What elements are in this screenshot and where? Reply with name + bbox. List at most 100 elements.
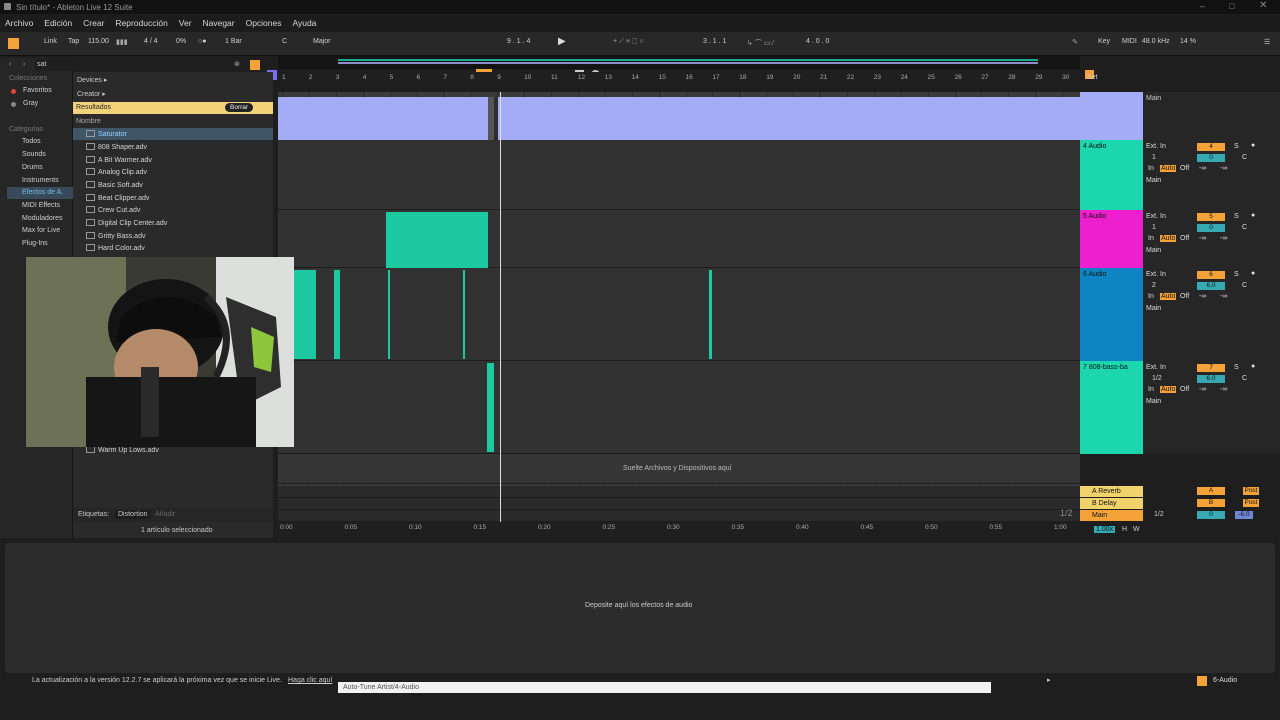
result-item[interactable]: Saturator [86,130,127,138]
track-name-7[interactable]: 7 808-bass-ba [1083,364,1128,371]
main-input[interactable]: 1/2 [1154,511,1164,518]
category-audio-effects[interactable]: Efectos de A. [22,189,63,196]
track-select-icon[interactable] [1197,676,1207,686]
track-header-6[interactable]: 6 Audio [1080,268,1143,361]
arm-button[interactable]: ● [1251,363,1255,370]
scale-select[interactable]: Major [313,38,331,45]
collection-gray[interactable]: Gray [23,100,38,107]
tempo-field[interactable]: 115.00 [88,38,109,45]
song-position[interactable]: 9 . 1 . 4 [507,38,530,45]
midi-label[interactable]: MIDI [1122,38,1137,45]
audio-clip[interactable] [294,270,316,359]
zoom-field[interactable]: 1.00x [1094,526,1116,533]
input-channel-select[interactable]: 1 [1152,154,1156,161]
category-drums[interactable]: Drums [22,164,43,171]
track-pan[interactable]: C [1242,224,1247,231]
filter-icon[interactable] [250,60,260,70]
time-ruler[interactable]: 0:00 0:05 0:10 0:15 0:20 0:25 0:30 0:35 0:40 0:45… [278,522,1080,534]
main-header[interactable]: Main [1080,510,1143,521]
drop-zone[interactable]: Suelte Archivos y Dispositivos aquí [278,454,1080,484]
w-button[interactable]: W [1133,526,1140,533]
input-type-select[interactable]: Ext. In [1146,364,1166,371]
monitor-auto[interactable]: Auto [1160,386,1177,393]
track-header-4[interactable]: 4 Audio [1080,140,1143,210]
track-header-top[interactable] [1080,92,1143,140]
category-modulators[interactable]: Moduladores [22,215,62,222]
result-item[interactable]: Gritty Bass.adv [86,232,145,240]
menu-edicion[interactable]: Edición [39,14,76,28]
track-number-button[interactable]: 5 [1197,213,1225,221]
track-lane-7-808[interactable] [278,361,1080,454]
track-pan[interactable]: C [1242,154,1247,161]
input-type-select[interactable]: Ext. In [1146,271,1166,278]
hamburger-icon[interactable]: ☰ [1264,38,1270,46]
arm-button[interactable]: ● [1251,212,1255,219]
category-todos[interactable]: Todos [22,138,41,145]
result-item[interactable]: 808 Shaper.adv [86,143,147,151]
clear-search-icon[interactable]: ⊗ [234,60,240,68]
monitor-auto[interactable]: Auto [1160,293,1177,300]
menu-opciones[interactable]: Opciones [241,14,286,28]
monitor-in[interactable]: In [1148,235,1154,242]
return-a-button[interactable]: A [1197,487,1225,495]
track-header-5[interactable]: 5 Audio [1080,210,1143,268]
audio-clip[interactable] [498,97,1080,140]
menu-ayuda[interactable]: Ayuda [287,14,320,28]
browser-toggle-icon[interactable] [8,38,19,49]
loop-length[interactable]: 4 . 0 . 0 [806,38,829,45]
solo-button[interactable]: S [1234,213,1239,220]
audio-clip[interactable] [386,212,488,268]
track-lane-5-audio[interactable] [278,210,1080,268]
menu-reproduccion[interactable]: Reproducción [110,14,171,28]
time-signature[interactable]: 4 / 4 [144,38,158,45]
result-item[interactable]: A Bit Warmer.adv [86,156,152,164]
metronome-percent[interactable]: 0% [176,38,186,45]
track-volume[interactable]: 0 [1197,224,1225,232]
category-midi-effects[interactable]: MIDI Effects [22,202,60,209]
monitor-in[interactable]: In [1148,165,1154,172]
return-b-header[interactable]: B Delay [1080,498,1143,509]
track-name-6[interactable]: 6 Audio [1083,271,1106,278]
play-small-icon[interactable]: ▸ [1047,676,1051,684]
monitor-in[interactable]: In [1148,293,1154,300]
monitor-auto[interactable]: Auto [1160,165,1177,172]
audio-clip[interactable] [278,97,488,140]
track-lane-4-audio[interactable] [278,140,1080,210]
track-volume[interactable]: 6.0 [1197,282,1225,290]
loop-start[interactable]: 3 . 1 . 1 [703,38,726,45]
category-plug-ins[interactable]: Plug-Ins [22,240,48,247]
track-header-7[interactable]: 7 808-bass-ba [1080,361,1143,454]
plugin-field[interactable]: Auto-Tune Artist/4-Audio [338,682,991,693]
output-select[interactable]: Main [1146,398,1161,405]
h-button[interactable]: H [1122,526,1127,533]
collection-favoritos[interactable]: Favoritos [23,87,52,94]
input-type-select[interactable]: Ext. In [1146,213,1166,220]
track-lane-6-audio[interactable] [278,268,1080,361]
audio-clip[interactable] [334,270,340,359]
arrangement-view[interactable]: Suelte Archivos y Dispositivos aquí 1/2 [278,92,1080,522]
beat-ruler[interactable]: 1 2 3 4 5 6 7 8 9 10 11 12 13 14 15 16 17 18 19 20 21 22 23 24 2… [278,72,1080,84]
category-sounds[interactable]: Sounds [22,151,46,158]
maximize-icon[interactable]: □ [1229,1,1234,11]
solo-button[interactable]: S [1234,143,1239,150]
menu-archivo[interactable]: Archivo [0,14,37,28]
monitor-off[interactable]: Off [1180,386,1189,393]
track-number-button[interactable]: 7 [1197,364,1225,372]
arm-button[interactable]: ● [1251,142,1255,149]
category-instruments[interactable]: Instruments [22,177,59,184]
track-volume[interactable]: 6.0 [1197,375,1225,383]
result-item[interactable]: Beat Clipper.adv [86,194,149,202]
monitor-off[interactable]: Off [1180,235,1189,242]
return-b-name[interactable]: B Delay [1092,500,1117,507]
result-item[interactable]: Hard Color.adv [86,244,145,252]
output-select[interactable]: Main [1146,95,1161,102]
creator-filter[interactable]: Creator ▸ [77,90,106,98]
add-tag-button[interactable]: Añadir [155,511,175,518]
arm-button[interactable]: ● [1251,270,1255,277]
device-detail-view[interactable]: Deposite aquí los efectos de audio [5,543,1275,673]
draw-mode-icon[interactable]: ↳ ⌒ ▭ ⁄ [747,38,773,48]
result-item[interactable]: Analog Clip.adv [86,168,147,176]
quantize-select[interactable]: 1 Bar [225,38,242,45]
audio-clip[interactable] [388,270,390,359]
main-lane[interactable]: 1/2 [278,508,1080,522]
